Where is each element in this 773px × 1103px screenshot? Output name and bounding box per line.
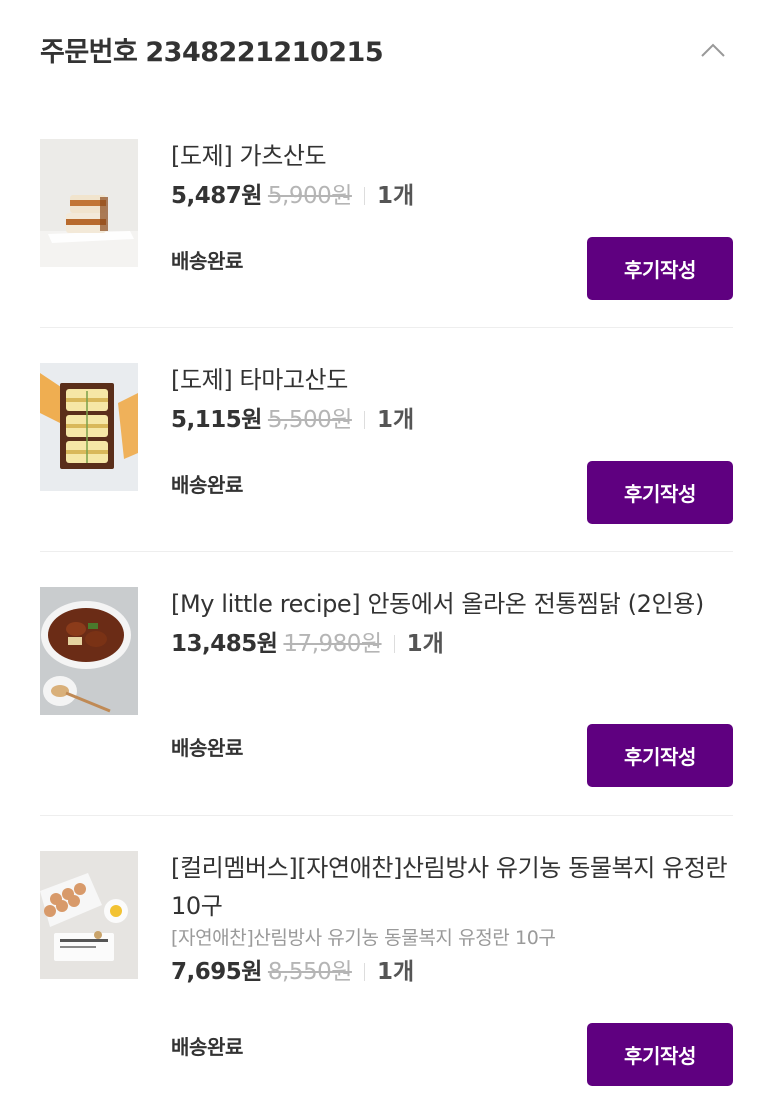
write-review-button[interactable]: 후기작성 [587,1023,733,1086]
product-thumbnail[interactable] [40,363,138,491]
original-price: 17,980원 [283,631,382,657]
order-item: [도제] 타마고산도 5,115원 5,500원 1개 배송완료 후기작성 [40,363,733,525]
product-thumbnail[interactable] [40,139,138,267]
product-info: [컬리멤버스][자연애찬]산림방사 유기농 동물복지 유정란 10구 [자연애찬… [171,851,733,987]
price-row: 7,695원 8,550원 1개 [171,957,733,987]
order-title: 주문번호 2348221210215 [40,30,384,69]
quantity: 1개 [406,631,444,657]
item-divider [40,815,733,816]
product-name[interactable]: [컬리멤버스][자연애찬]산림방사 유기농 동물복지 유정란 10구 [171,849,733,925]
product-info: [도제] 타마고산도 5,115원 5,500원 1개 [171,363,733,435]
order-label: 주문번호 [40,37,138,68]
price-row: 13,485원 17,980원 1개 [171,629,733,659]
chevron-up-icon[interactable] [701,38,725,62]
sale-price: 13,485원 [171,631,278,657]
delivery-status: 배송완료 [171,473,243,497]
product-name[interactable]: [도제] 타마고산도 [171,361,733,399]
product-name[interactable]: [도제] 가츠산도 [171,137,733,175]
product-option: [자연애찬]산림방사 유기농 동물복지 유정란 10구 [171,927,556,949]
original-price: 5,500원 [267,407,353,433]
item-divider [40,551,733,552]
order-item: [도제] 가츠산도 5,487원 5,900원 1개 배송완료 후기작성 [40,139,733,301]
delivery-status: 배송완료 [171,736,243,760]
write-review-button[interactable]: 후기작성 [587,237,733,300]
original-price: 8,550원 [267,959,353,985]
quantity: 1개 [376,183,415,209]
write-review-button[interactable]: 후기작성 [587,461,733,524]
divider-bar [363,963,365,981]
original-price: 5,900원 [267,183,353,209]
quantity: 1개 [376,959,415,985]
product-info: [도제] 가츠산도 5,487원 5,900원 1개 [171,139,733,211]
price-row: 5,487원 5,900원 1개 [171,181,733,211]
product-thumbnail[interactable] [40,851,138,979]
product-thumbnail[interactable] [40,587,138,715]
sale-price: 5,115원 [171,407,262,433]
item-divider [40,327,733,328]
product-info: [My little recipe] 안동에서 올라온 전통찜닭 (2인용) 1… [171,587,733,659]
sale-price: 7,695원 [171,959,262,985]
order-header[interactable]: 주문번호 2348221210215 [40,26,733,74]
delivery-status: 배송완료 [171,249,243,273]
order-number: 2348221210215 [145,37,384,68]
delivery-status: 배송완료 [171,1035,243,1059]
sale-price: 5,487원 [171,183,262,209]
divider-bar [363,187,365,205]
write-review-button[interactable]: 후기작성 [587,724,733,787]
divider-bar [393,635,395,653]
quantity: 1개 [376,407,415,433]
order-item: [My little recipe] 안동에서 올라온 전통찜닭 (2인용) 1… [40,587,733,787]
product-name[interactable]: [My little recipe] 안동에서 올라온 전통찜닭 (2인용) [171,585,733,623]
order-item: [컬리멤버스][자연애찬]산림방사 유기농 동물복지 유정란 10구 [자연애찬… [40,851,733,1087]
divider-bar [363,411,365,429]
price-row: 5,115원 5,500원 1개 [171,405,733,435]
